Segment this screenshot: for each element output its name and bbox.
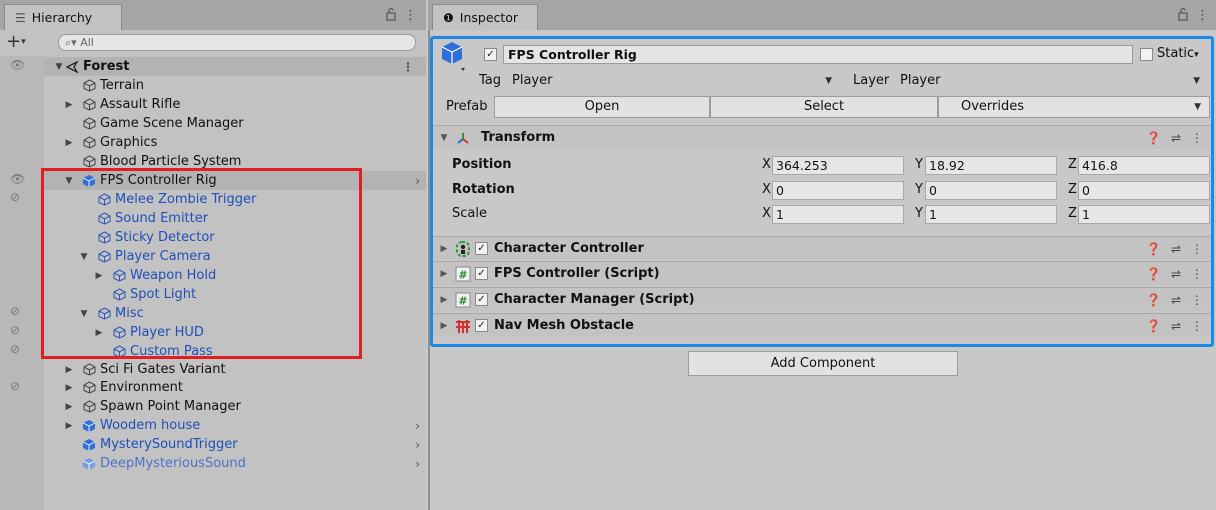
hierarchy-menu-icon[interactable]: ⋮ (404, 8, 420, 23)
item-label: Blood Particle System (100, 154, 242, 169)
chevron-right-icon[interactable]: › (415, 457, 420, 471)
item-label: Assault Rifle (100, 97, 181, 112)
gameobject-icon (81, 381, 97, 395)
tab-hierarchy-label: Hierarchy (31, 10, 93, 25)
inspector-menu-icon[interactable]: ⋮ (1196, 8, 1212, 23)
chevron-down-icon: ▾ (21, 37, 26, 47)
item-label: MysterySoundTrigger (100, 437, 238, 452)
hierarchy-item[interactable]: Terrain (44, 76, 426, 95)
gameobject-icon (81, 363, 97, 377)
scene-menu-icon[interactable]: ⋮ (402, 60, 414, 74)
visibility-gutter (0, 56, 44, 510)
search-input[interactable]: ⌕▾ All (58, 34, 416, 51)
lock-icon[interactable] (384, 7, 398, 21)
inspector-highlight-box (430, 36, 1214, 347)
expand-arrow-icon[interactable]: ▶ (64, 421, 74, 431)
item-label: Spawn Point Manager (100, 399, 241, 414)
search-icon: ⌕▾ (65, 36, 77, 49)
expand-arrow-icon[interactable]: ▶ (64, 402, 74, 412)
selection-highlight-box (41, 168, 362, 359)
tab-hierarchy[interactable]: ☰ Hierarchy (4, 4, 122, 30)
gameobject-icon (81, 400, 97, 414)
expand-arrow-icon[interactable]: ▶ (64, 365, 74, 375)
add-component-button[interactable]: Add Component (688, 351, 958, 376)
prefab-cube-icon (81, 438, 97, 452)
gameobject-icon (81, 136, 97, 150)
gameobject-icon (81, 79, 97, 93)
item-label: Sci Fi Gates Variant (100, 362, 226, 377)
expand-arrow-icon[interactable]: ▶ (64, 138, 74, 148)
item-label: Woodem house (100, 418, 201, 433)
hierarchy-item[interactable]: MysterySoundTrigger › (44, 435, 426, 454)
add-button[interactable]: +▾ (6, 31, 26, 52)
lock-icon[interactable] (1176, 7, 1190, 21)
hierarchy-item[interactable]: ▶ Environment (44, 378, 426, 397)
gameobject-icon (81, 155, 97, 169)
item-label: Environment (100, 380, 184, 395)
item-label: Graphics (100, 135, 158, 150)
eye-icon[interactable]: 👁 (10, 172, 28, 186)
eye-hidden-icon[interactable]: ⊘ (10, 379, 28, 393)
chevron-right-icon[interactable]: › (415, 419, 420, 433)
inspector-tabbar (428, 0, 1216, 30)
eye-hidden-icon[interactable]: ⊘ (10, 342, 28, 356)
add-button-label: + (6, 31, 22, 52)
scene-row[interactable]: ▼ Forest ⋮ (44, 57, 426, 76)
hierarchy-item[interactable]: ▶ Sci Fi Gates Variant (44, 360, 426, 379)
prefab-cube-icon (81, 419, 97, 433)
hierarchy-item[interactable]: ▶ Spawn Point Manager (44, 397, 426, 416)
expand-arrow-icon[interactable]: ▶ (64, 383, 74, 393)
eye-icon[interactable]: 👁 (10, 58, 28, 72)
item-label: Terrain (100, 78, 145, 93)
gameobject-icon (81, 98, 97, 112)
item-label: Game Scene Manager (100, 116, 244, 131)
chevron-right-icon[interactable]: › (415, 174, 420, 188)
tab-inspector[interactable]: ❶ Inspector (432, 4, 538, 30)
eye-hidden-icon[interactable]: ⊘ (10, 190, 28, 204)
unity-scene-icon (64, 60, 80, 74)
info-icon: ❶ (443, 10, 454, 25)
eye-hidden-icon[interactable]: ⊘ (10, 304, 28, 318)
eye-hidden-icon[interactable]: ⊘ (10, 323, 28, 337)
expand-arrow-icon[interactable]: ▶ (64, 100, 74, 110)
hierarchy-item[interactable]: DeepMysteriousSound › (44, 454, 426, 473)
hierarchy-item[interactable]: ▶ Assault Rifle (44, 95, 426, 114)
hierarchy-item[interactable]: ▶ Graphics (44, 133, 426, 152)
hierarchy-item[interactable]: ▶ Woodem house › (44, 416, 426, 435)
fold-arrow-icon[interactable]: ▼ (54, 62, 64, 72)
chevron-right-icon[interactable]: › (415, 438, 420, 452)
search-placeholder: All (80, 36, 94, 49)
gameobject-icon (81, 117, 97, 131)
item-label: DeepMysteriousSound (100, 456, 246, 471)
hierarchy-item[interactable]: Game Scene Manager (44, 114, 426, 133)
tab-inspector-label: Inspector (459, 10, 519, 25)
scene-name: Forest (83, 59, 130, 74)
prefab-cube-icon (81, 457, 97, 471)
list-icon: ☰ (15, 10, 26, 25)
